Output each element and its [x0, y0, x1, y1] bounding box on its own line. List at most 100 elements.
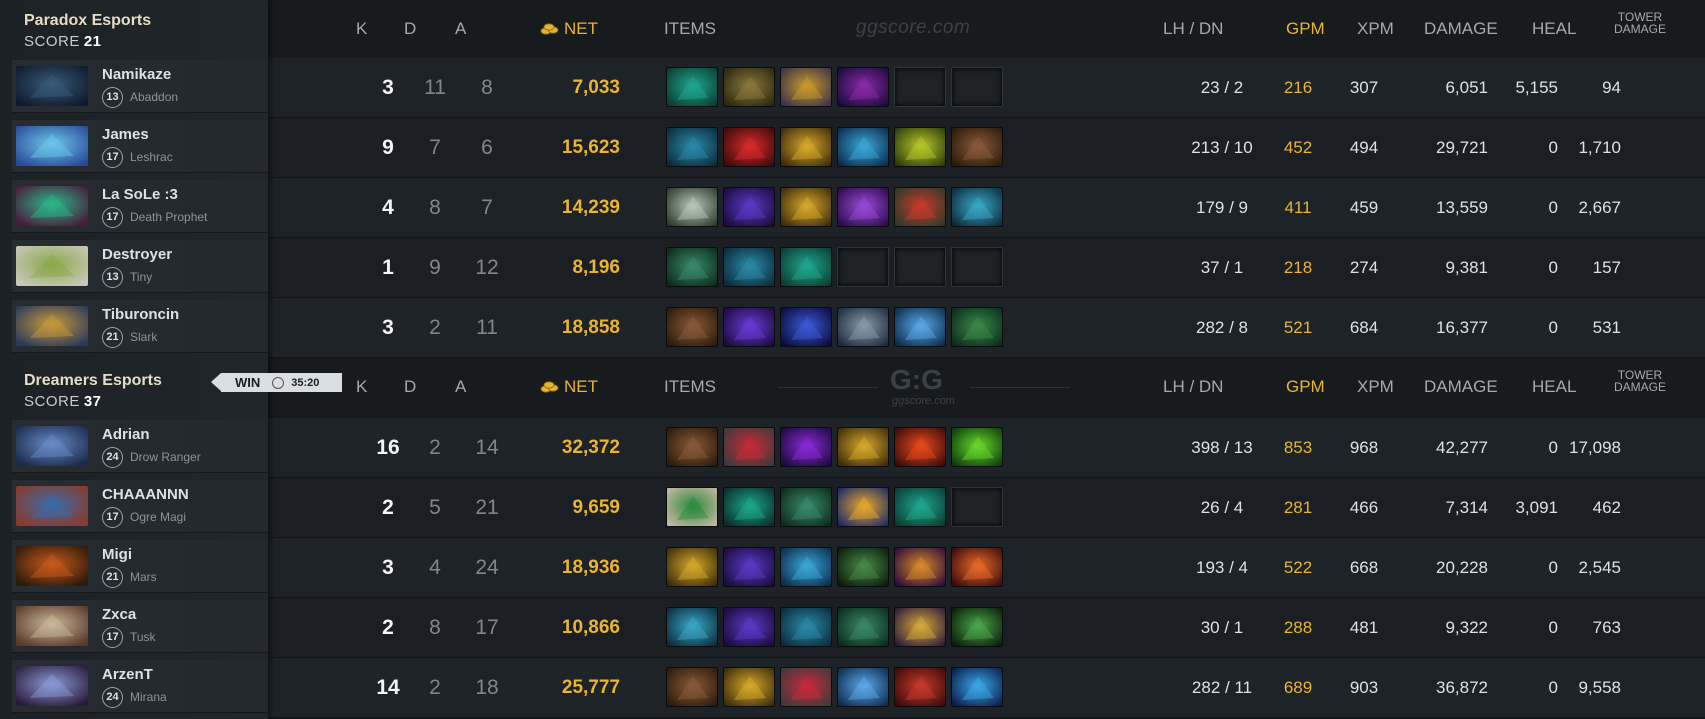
item-icon[interactable] — [666, 127, 718, 167]
item-icon[interactable] — [780, 427, 832, 467]
item-icon[interactable] — [894, 487, 946, 527]
item-icon[interactable] — [894, 667, 946, 707]
player-name[interactable]: Tiburoncin — [102, 306, 179, 323]
header-damage[interactable]: DAMAGE — [1424, 19, 1498, 39]
item-icon[interactable] — [837, 67, 889, 107]
header-net[interactable]: NET — [540, 19, 598, 39]
item-icon[interactable] — [780, 127, 832, 167]
player-name[interactable]: ArzenT — [102, 666, 153, 683]
hero-portrait[interactable] — [16, 306, 88, 346]
item-icon[interactable] — [723, 307, 775, 347]
header-tower-damage[interactable]: TOWER DAMAGE — [1614, 11, 1666, 35]
player-name[interactable]: La SoLe :3 — [102, 186, 178, 203]
player-name[interactable]: Destroyer — [102, 246, 172, 263]
header-heal[interactable]: HEAL — [1532, 377, 1576, 397]
player-card[interactable]: Namikaze 13 Abaddon — [12, 60, 268, 113]
player-name[interactable]: James — [102, 126, 149, 143]
hero-portrait[interactable] — [16, 126, 88, 166]
item-icon[interactable] — [951, 427, 1003, 467]
hero-portrait[interactable] — [16, 186, 88, 226]
item-icon[interactable] — [894, 547, 946, 587]
header-tower-damage[interactable]: TOWER DAMAGE — [1614, 369, 1666, 393]
header-d[interactable]: D — [404, 19, 416, 39]
header-items[interactable]: ITEMS — [664, 377, 716, 397]
player-card[interactable]: CHAAANNN 17 Ogre Magi — [12, 480, 268, 533]
item-icon[interactable] — [666, 607, 718, 647]
hero-portrait[interactable] — [16, 606, 88, 646]
item-icon[interactable] — [837, 487, 889, 527]
item-icon[interactable] — [951, 607, 1003, 647]
hero-portrait[interactable] — [16, 486, 88, 526]
header-k[interactable]: K — [356, 19, 367, 39]
player-card[interactable]: Zxca 17 Tusk — [12, 600, 268, 653]
item-icon[interactable] — [780, 187, 832, 227]
header-lh-dn[interactable]: LH / DN — [1163, 377, 1223, 397]
item-icon[interactable] — [723, 487, 775, 527]
item-icon[interactable] — [837, 127, 889, 167]
item-icon[interactable] — [837, 547, 889, 587]
hero-portrait[interactable] — [16, 66, 88, 106]
item-icon[interactable] — [723, 607, 775, 647]
team-name[interactable]: Paradox Esports — [24, 12, 151, 30]
item-icon[interactable] — [837, 667, 889, 707]
hero-portrait[interactable] — [16, 246, 88, 286]
item-icon[interactable] — [666, 187, 718, 227]
header-items[interactable]: ITEMS — [664, 19, 716, 39]
hero-portrait[interactable] — [16, 546, 88, 586]
item-icon[interactable] — [666, 427, 718, 467]
player-name[interactable]: Zxca — [102, 606, 136, 623]
player-card[interactable]: La SoLe :3 17 Death Prophet — [12, 180, 268, 233]
item-icon[interactable] — [666, 67, 718, 107]
item-icon[interactable] — [894, 427, 946, 467]
item-icon[interactable] — [837, 307, 889, 347]
player-name[interactable]: Migi — [102, 546, 132, 563]
item-icon[interactable] — [951, 307, 1003, 347]
item-icon[interactable] — [723, 247, 775, 287]
item-icon[interactable] — [723, 127, 775, 167]
item-icon[interactable] — [837, 187, 889, 227]
header-xpm[interactable]: XPM — [1357, 377, 1394, 397]
item-icon[interactable] — [666, 487, 718, 527]
header-xpm[interactable]: XPM — [1357, 19, 1394, 39]
player-card[interactable]: Migi 21 Mars — [12, 540, 268, 593]
hero-portrait[interactable] — [16, 426, 88, 466]
item-icon[interactable] — [894, 607, 946, 647]
header-damage[interactable]: DAMAGE — [1424, 377, 1498, 397]
item-icon[interactable] — [951, 127, 1003, 167]
item-icon[interactable] — [666, 667, 718, 707]
item-icon[interactable] — [780, 247, 832, 287]
item-icon[interactable] — [780, 307, 832, 347]
header-lh-dn[interactable]: LH / DN — [1163, 19, 1223, 39]
item-icon[interactable] — [780, 67, 832, 107]
header-a[interactable]: A — [455, 377, 466, 397]
item-icon[interactable] — [666, 547, 718, 587]
header-d[interactable]: D — [404, 377, 416, 397]
player-card[interactable]: ArzenT 24 Mirana — [12, 660, 268, 713]
header-a[interactable]: A — [455, 19, 466, 39]
item-icon[interactable] — [894, 187, 946, 227]
player-card[interactable]: James 17 Leshrac — [12, 120, 268, 173]
player-card[interactable]: Adrian 24 Drow Ranger — [12, 420, 268, 473]
item-icon[interactable] — [723, 67, 775, 107]
item-icon[interactable] — [951, 187, 1003, 227]
hero-portrait[interactable] — [16, 666, 88, 706]
player-name[interactable]: Namikaze — [102, 66, 171, 83]
team-name[interactable]: Dreamers Esports — [24, 372, 162, 390]
item-icon[interactable] — [837, 607, 889, 647]
player-card[interactable]: Destroyer 13 Tiny — [12, 240, 268, 293]
player-card[interactable]: Tiburoncin 21 Slark — [12, 300, 268, 353]
item-icon[interactable] — [666, 307, 718, 347]
item-icon[interactable] — [780, 607, 832, 647]
item-icon[interactable] — [780, 487, 832, 527]
item-icon[interactable] — [723, 667, 775, 707]
item-icon[interactable] — [894, 127, 946, 167]
header-k[interactable]: K — [356, 377, 367, 397]
header-gpm[interactable]: GPM — [1286, 19, 1325, 39]
header-net[interactable]: NET — [540, 377, 598, 397]
item-icon[interactable] — [837, 427, 889, 467]
player-name[interactable]: Adrian — [102, 426, 150, 443]
item-icon[interactable] — [780, 547, 832, 587]
header-heal[interactable]: HEAL — [1532, 19, 1576, 39]
item-icon[interactable] — [723, 427, 775, 467]
player-name[interactable]: CHAAANNN — [102, 486, 189, 503]
